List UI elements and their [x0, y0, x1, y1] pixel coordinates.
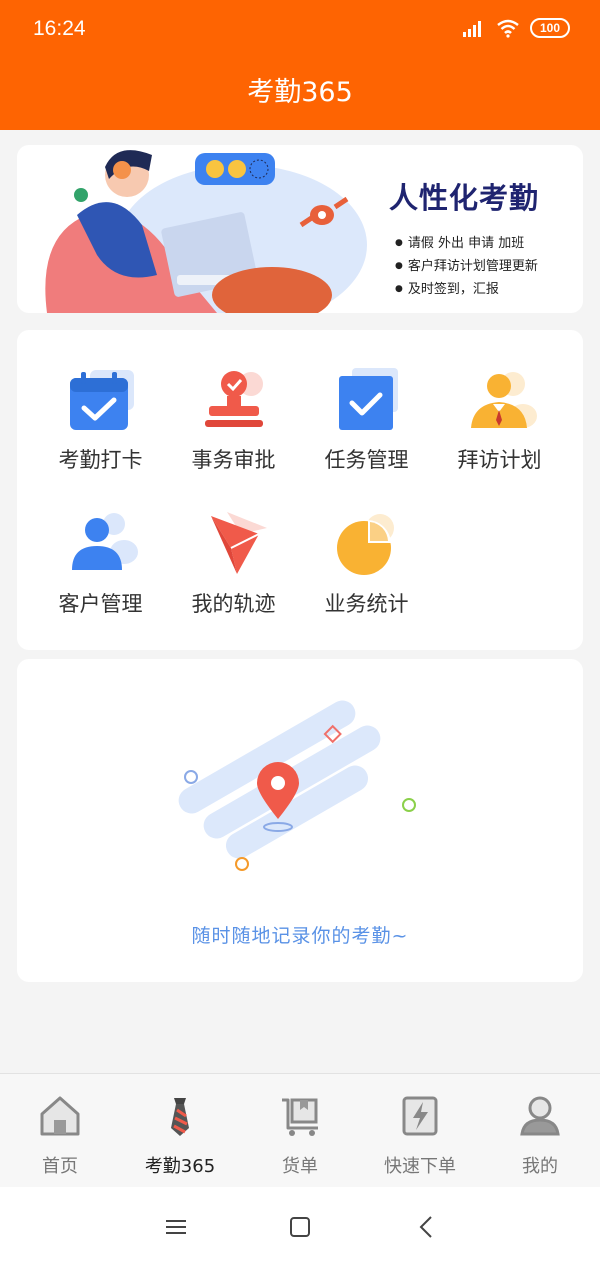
- banner-illustration: [45, 150, 367, 313]
- promo-banner[interactable]: 人性化考勤 请假 外出 申请 加班 客户拜访计划管理更新 及时签到，汇报: [17, 145, 583, 313]
- bottom-tab-bar: 首页 考勤365 货单 快速下单 我的: [0, 1073, 600, 1187]
- func-label: 业务统计: [324, 592, 409, 616]
- func-my-track[interactable]: 我的轨迹: [167, 512, 300, 618]
- pie-chart-icon: [330, 512, 404, 576]
- func-business-stats[interactable]: 业务统计: [300, 512, 433, 618]
- tab-orders[interactable]: 货单: [240, 1094, 360, 1178]
- app-header: 16:24 100 考勤365: [0, 0, 600, 130]
- page-title: 考勤365: [247, 77, 353, 108]
- visitor-icon: [463, 368, 537, 432]
- location-illustration: [178, 700, 416, 871]
- func-task-management[interactable]: 任务管理: [300, 368, 433, 474]
- tab-label: 我的: [522, 1156, 558, 1177]
- cart-icon: [282, 1098, 318, 1136]
- paper-plane-icon: [197, 512, 271, 576]
- tab-label: 快速下单: [384, 1156, 456, 1177]
- back-icon: [419, 1216, 432, 1238]
- empty-state-text: 随时随地记录你的考勤~: [191, 925, 409, 947]
- func-customer-management[interactable]: 客户管理: [34, 512, 167, 618]
- banner-feature: 客户拜访计划管理更新: [395, 256, 538, 279]
- user-icon: [520, 1096, 560, 1136]
- attendance-empty-state: 随时随地记录你的考勤~: [17, 659, 583, 982]
- tab-label: 考勤365: [144, 1156, 216, 1177]
- battery-indicator: 100: [530, 18, 570, 38]
- tab-label: 货单: [282, 1156, 318, 1177]
- banner-feature: 请假 外出 申请 加班: [395, 233, 538, 256]
- func-label: 任务管理: [324, 448, 409, 472]
- tab-mine[interactable]: 我的: [480, 1094, 600, 1178]
- func-label: 拜访计划: [457, 448, 542, 472]
- banner-title: 人性化考勤: [389, 181, 540, 215]
- banner-feature: 及时签到，汇报: [395, 279, 538, 302]
- tab-attendance[interactable]: 考勤365: [120, 1094, 240, 1178]
- customer-icon: [64, 512, 138, 576]
- menu-icon: [166, 1220, 186, 1234]
- tab-home[interactable]: 首页: [0, 1094, 120, 1178]
- func-visit-plan[interactable]: 拜访计划: [433, 368, 566, 474]
- tab-label: 首页: [42, 1156, 78, 1177]
- func-attendance-punch[interactable]: 考勤打卡: [34, 368, 167, 474]
- func-label: 考勤打卡: [58, 448, 143, 472]
- tie-icon: [171, 1098, 189, 1136]
- home-button[interactable]: [280, 1207, 320, 1247]
- func-label: 事务审批: [191, 448, 276, 472]
- lightning-icon: [402, 1096, 438, 1136]
- banner-feature-list: 请假 外出 申请 加班 客户拜访计划管理更新 及时签到，汇报: [395, 233, 538, 302]
- calendar-check-icon: [64, 368, 138, 432]
- tab-quick-order[interactable]: 快速下单: [360, 1094, 480, 1178]
- function-grid: 考勤打卡 事务审批 任务管理 拜访计划 客户管理 我的轨迹 业务统计: [17, 330, 583, 650]
- status-icons: 100: [462, 18, 570, 38]
- func-label: 我的轨迹: [191, 592, 276, 616]
- signal-icon: [463, 21, 481, 37]
- stamp-icon: [197, 368, 271, 432]
- back-button[interactable]: [406, 1207, 446, 1247]
- func-approval[interactable]: 事务审批: [167, 368, 300, 474]
- system-navigation-bar: [0, 1187, 600, 1267]
- task-check-icon: [330, 368, 404, 432]
- menu-button[interactable]: [156, 1207, 196, 1247]
- square-icon: [290, 1217, 310, 1237]
- wifi-icon: [497, 19, 519, 38]
- home-icon: [40, 1096, 80, 1136]
- status-time: 16:24: [33, 17, 86, 40]
- func-label: 客户管理: [58, 592, 143, 616]
